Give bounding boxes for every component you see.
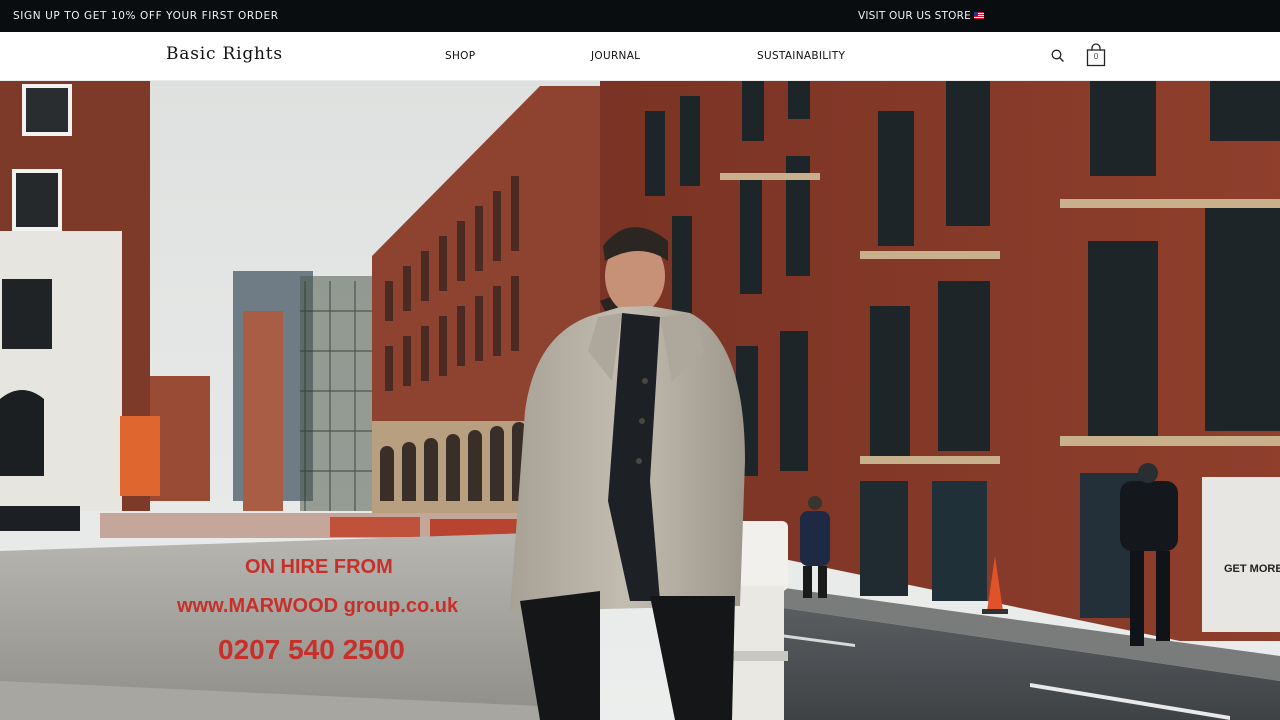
search-button[interactable] — [1050, 48, 1066, 64]
us-flag-icon — [973, 12, 984, 19]
cart-count: 0 — [1093, 52, 1099, 61]
nav-shop[interactable]: SHOP — [445, 50, 475, 62]
barrier-text-url: www.MARWOOD group.co.uk — [176, 595, 459, 617]
hero-street-scene: GET MORE ON HIRE FROM www.MARWOOD group.… — [0, 81, 1280, 720]
nav-sustainability[interactable]: SUSTAINABILITY — [757, 50, 845, 62]
hero-image[interactable]: GET MORE ON HIRE FROM www.MARWOOD group.… — [0, 81, 1280, 720]
barrier-text-phone: 0207 540 2500 — [218, 634, 405, 665]
poster-text: GET MORE — [1224, 563, 1280, 575]
nav-journal[interactable]: JOURNAL — [591, 50, 640, 62]
brand-logo[interactable]: Basic Rights — [166, 44, 283, 64]
barrier-text-hire: ON HIRE FROM — [245, 556, 393, 578]
cart-button[interactable]: 0 — [1086, 43, 1106, 67]
announcement-bar: SIGN UP TO GET 10% OFF YOUR FIRST ORDER … — [0, 0, 1280, 32]
site-header: Basic Rights SHOP JOURNAL SUSTAINABILITY… — [0, 32, 1280, 81]
us-store-link[interactable]: VISIT OUR US STORE — [858, 10, 984, 22]
search-icon — [1051, 49, 1064, 62]
signup-promo-link[interactable]: SIGN UP TO GET 10% OFF YOUR FIRST ORDER — [13, 10, 279, 22]
us-store-label[interactable]: VISIT OUR US STORE — [858, 10, 971, 22]
